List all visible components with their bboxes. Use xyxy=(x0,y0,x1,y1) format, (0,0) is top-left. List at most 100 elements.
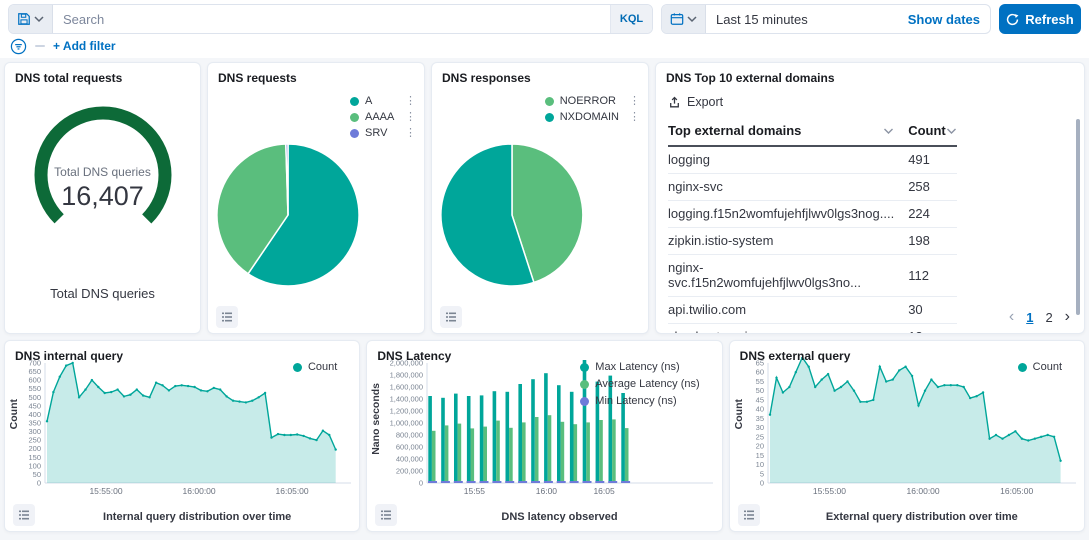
column-header-domains[interactable]: Top external domains xyxy=(668,117,908,146)
export-label: Export xyxy=(687,95,723,109)
legend-item-min-latency-ns-[interactable]: Min Latency (ns) xyxy=(580,395,709,407)
legend-menu-icon[interactable]: ⋮ xyxy=(629,97,640,106)
sort-chevron-icon[interactable] xyxy=(946,127,957,135)
svg-text:50: 50 xyxy=(33,470,41,479)
svg-text:16:00:00: 16:00:00 xyxy=(906,486,939,496)
legend-color-dot xyxy=(580,380,589,389)
legend-toggle-button[interactable] xyxy=(440,306,462,328)
svg-text:1,800,000: 1,800,000 xyxy=(390,371,423,380)
svg-text:350: 350 xyxy=(28,419,41,428)
count-cell: 30 xyxy=(908,297,957,324)
show-dates-button[interactable]: Show dates xyxy=(908,5,990,33)
filter-divider xyxy=(35,45,45,47)
chart-legend: Max Latency (ns) Average Latency (ns) Min … xyxy=(580,361,709,407)
pagination-page-1[interactable]: 1 xyxy=(1026,310,1033,325)
list-icon xyxy=(743,509,755,521)
legend-color-dot xyxy=(580,397,589,406)
svg-text:500: 500 xyxy=(28,393,41,402)
legend-label: NXDOMAIN xyxy=(560,111,619,123)
legend-toggle-button[interactable] xyxy=(13,504,35,526)
add-filter-button[interactable]: + Add filter xyxy=(53,39,116,53)
column-label: Count xyxy=(908,123,946,138)
internal-query-chart[interactable]: 0501001502002503003504004505005506006507… xyxy=(19,357,355,504)
count-cell: 258 xyxy=(908,174,957,201)
time-range-value[interactable]: Last 15 minutes xyxy=(706,5,908,33)
filter-circle-icon[interactable] xyxy=(10,38,27,55)
svg-text:200,000: 200,000 xyxy=(396,467,423,476)
panel-dns-internal-query: DNS internal query Count Count 050100150… xyxy=(4,340,360,532)
legend-item-max-latency-ns-[interactable]: Max Latency (ns) xyxy=(580,361,709,373)
sort-chevron-icon[interactable] xyxy=(883,127,894,135)
legend-label: Count xyxy=(1033,361,1062,373)
svg-text:600: 600 xyxy=(28,376,41,385)
svg-text:300: 300 xyxy=(28,427,41,436)
panel-dns-total-requests: DNS total requests Total DNS queries 16,… xyxy=(4,62,201,334)
legend-menu-icon[interactable]: ⋮ xyxy=(629,113,640,122)
legend-label: A xyxy=(365,95,395,107)
panel-top-external-domains: DNS Top 10 external domains Export Top e… xyxy=(655,62,1085,334)
legend-color-dot xyxy=(1018,363,1027,372)
svg-text:400,000: 400,000 xyxy=(396,455,423,464)
list-icon xyxy=(380,509,392,521)
export-icon xyxy=(668,96,681,109)
table-row: api.twilio.com30 xyxy=(668,297,957,324)
top-header: KQL Last 15 minutes Show dates xyxy=(0,0,1089,58)
legend-menu-icon[interactable]: ⋮ xyxy=(405,97,416,106)
external-query-chart[interactable]: 0510152025303540455055606515:55:0016:00:… xyxy=(744,357,1080,504)
column-label: Top external domains xyxy=(668,123,883,138)
legend-item-aaaa[interactable]: AAAA⋮ xyxy=(350,111,416,123)
legend-color-dot xyxy=(350,97,359,106)
svg-text:35: 35 xyxy=(755,414,763,423)
svg-text:25: 25 xyxy=(755,432,763,441)
date-quick-select-button[interactable] xyxy=(662,5,706,33)
legend-item-count[interactable]: Count xyxy=(1018,361,1072,373)
legend-item-nxdomain[interactable]: NXDOMAIN ⋮ xyxy=(545,111,640,123)
domain-cell: nginx-svc xyxy=(668,174,908,201)
pagination-prev-icon[interactable]: ‹ xyxy=(1009,309,1014,325)
legend-menu-icon[interactable]: ⋮ xyxy=(405,129,416,138)
svg-text:45: 45 xyxy=(755,395,763,404)
pagination-next-icon[interactable]: › xyxy=(1065,309,1070,325)
svg-text:0: 0 xyxy=(37,479,41,488)
domain-cell: zipkin.istio-system xyxy=(668,228,908,255)
legend-item-count[interactable]: Count xyxy=(293,361,347,373)
svg-text:5: 5 xyxy=(759,469,763,478)
legend-toggle-button[interactable] xyxy=(375,504,397,526)
column-header-count[interactable]: Count xyxy=(908,117,957,146)
count-cell: 224 xyxy=(908,201,957,228)
legend-item-srv[interactable]: SRV⋮ xyxy=(350,127,416,139)
chevron-down-icon xyxy=(34,15,44,23)
legend-toggle-button[interactable] xyxy=(216,306,238,328)
gauge-metric-label: Total DNS queries xyxy=(5,165,200,179)
list-icon xyxy=(18,509,30,521)
legend-toggle-button[interactable] xyxy=(738,504,760,526)
pie-legend: NOERROR⋮ NXDOMAIN ⋮ xyxy=(545,95,640,123)
table-scrollbar[interactable] xyxy=(1076,119,1080,315)
table-row: nginx-svc258 xyxy=(668,174,957,201)
legend-item-noerror[interactable]: NOERROR⋮ xyxy=(545,95,640,107)
legend-menu-icon[interactable]: ⋮ xyxy=(405,113,416,122)
svg-text:1,400,000: 1,400,000 xyxy=(390,395,423,404)
count-cell: 198 xyxy=(908,228,957,255)
legend-color-dot xyxy=(293,363,302,372)
svg-text:16:00:00: 16:00:00 xyxy=(183,486,216,496)
svg-text:600,000: 600,000 xyxy=(396,443,423,452)
svg-text:50: 50 xyxy=(755,386,763,395)
list-icon xyxy=(221,311,233,323)
kql-button[interactable]: KQL xyxy=(610,5,652,33)
responses-pie-chart[interactable] xyxy=(436,139,588,296)
refresh-button[interactable]: Refresh xyxy=(999,4,1081,34)
chevron-down-icon xyxy=(687,15,697,23)
legend-item-a[interactable]: A⋮ xyxy=(350,95,416,107)
legend-color-dot xyxy=(545,97,554,106)
export-button[interactable]: Export xyxy=(668,95,723,109)
refresh-icon xyxy=(1006,13,1019,26)
panel-dns-external-query: DNS external query Count Count 051015202… xyxy=(729,340,1085,532)
search-input[interactable] xyxy=(53,5,610,33)
pagination-page-2[interactable]: 2 xyxy=(1045,310,1052,325)
svg-text:100: 100 xyxy=(28,461,41,470)
svg-text:550: 550 xyxy=(28,384,41,393)
requests-pie-chart[interactable] xyxy=(212,139,364,296)
saved-queries-button[interactable] xyxy=(9,5,53,33)
legend-item-average-latency-ns-[interactable]: Average Latency (ns) xyxy=(580,378,709,390)
